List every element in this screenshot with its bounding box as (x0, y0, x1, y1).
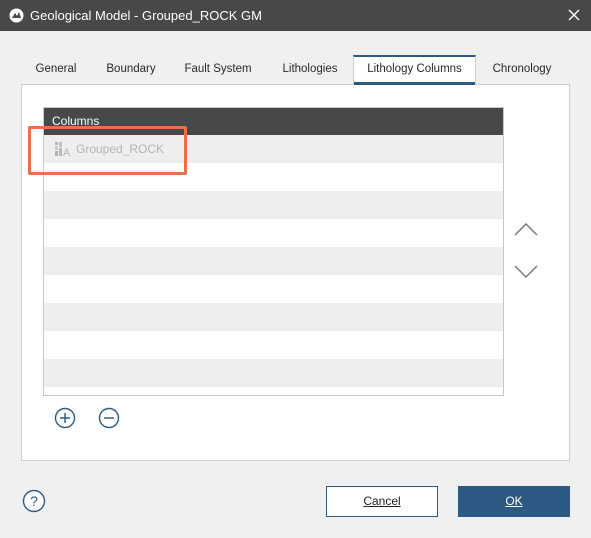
tab-label: Lithology Columns (367, 63, 462, 75)
table-row (44, 275, 503, 303)
chevron-down-icon[interactable] (513, 262, 539, 282)
chevron-up-icon[interactable] (513, 219, 539, 239)
app-logo-icon (9, 8, 24, 23)
table-row (44, 359, 503, 387)
tab-label: Chronology (492, 63, 552, 75)
tab-label: Boundary (106, 63, 156, 75)
table-row (44, 303, 503, 331)
ok-button-label: OK (505, 494, 523, 508)
tab-boundary[interactable]: Boundary (100, 56, 162, 84)
table-row (44, 247, 503, 275)
minus-circle-icon[interactable] (98, 407, 120, 429)
close-icon[interactable] (565, 6, 583, 24)
table-row (44, 191, 503, 219)
tab-lithology-columns[interactable]: Lithology Columns (353, 55, 476, 85)
tab-label: General (35, 63, 77, 75)
tab-label: Fault System (184, 63, 252, 75)
svg-text:?: ? (30, 493, 38, 509)
cancel-button[interactable]: Cancel (326, 486, 438, 517)
highlight-annotation (28, 126, 187, 175)
tab-lithologies[interactable]: Lithologies (276, 56, 344, 84)
plus-circle-icon[interactable] (54, 407, 76, 429)
question-circle-icon[interactable]: ? (22, 489, 46, 513)
cancel-button-label: Cancel (363, 494, 401, 508)
tab-fault-system[interactable]: Fault System (178, 56, 258, 84)
tab-general[interactable]: General (26, 56, 86, 84)
title-bar: Geological Model - Grouped_ROCK GM (0, 0, 591, 31)
tab-label: Lithologies (282, 63, 338, 75)
ok-button[interactable]: OK (458, 486, 570, 517)
table-row (44, 331, 503, 359)
window-title: Geological Model - Grouped_ROCK GM (30, 8, 262, 23)
table-row (44, 219, 503, 247)
tab-chronology[interactable]: Chronology (486, 56, 558, 84)
